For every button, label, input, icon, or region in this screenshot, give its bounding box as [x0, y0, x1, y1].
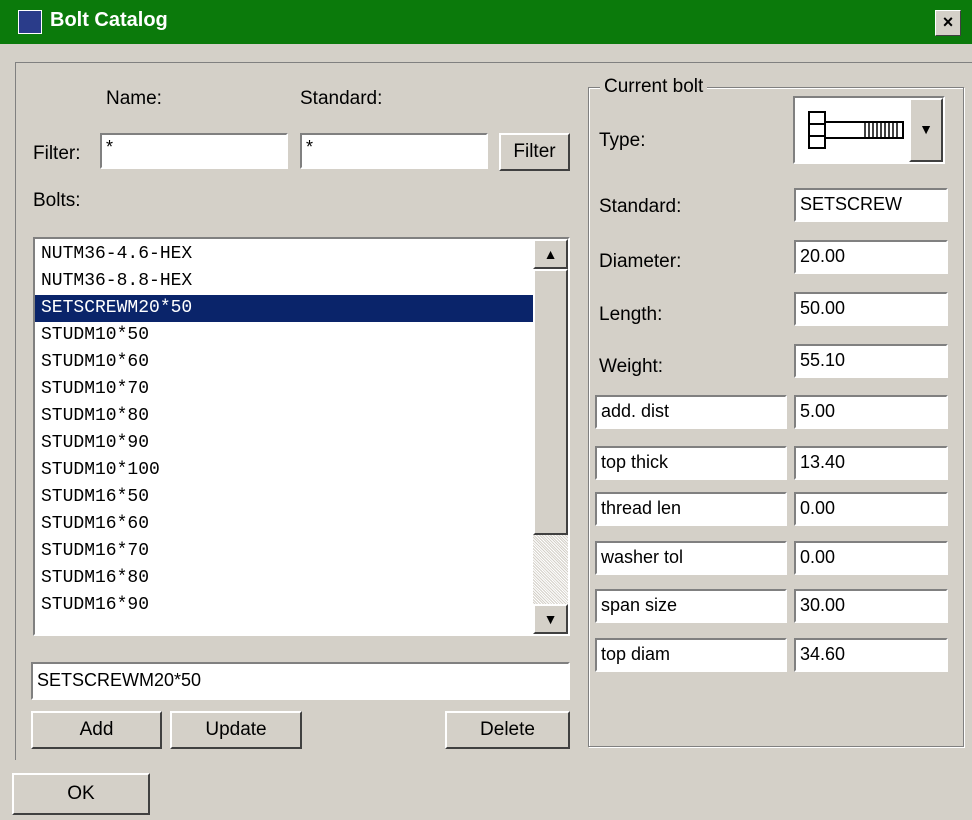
list-item[interactable]: STUDM10*100: [35, 457, 533, 484]
list-item[interactable]: STUDM16*80: [35, 565, 533, 592]
list-item[interactable]: STUDM10*90: [35, 430, 533, 457]
delete-button[interactable]: Delete: [445, 711, 570, 749]
bolts-list-items: NUTM36-4.6-HEX NUTM36-8.8-HEX SETSCREWM2…: [35, 241, 533, 619]
list-item[interactable]: STUDM10*50: [35, 322, 533, 349]
property-value-field[interactable]: 5.00: [794, 395, 948, 429]
type-label: Type:: [599, 130, 646, 151]
standard-field[interactable]: SETSCREW: [794, 188, 948, 222]
list-item[interactable]: STUDM16*60: [35, 511, 533, 538]
name-header: Name:: [106, 88, 162, 109]
filter-label: Filter:: [33, 143, 81, 164]
list-item[interactable]: STUDM16*50: [35, 484, 533, 511]
property-name-field[interactable]: top thick: [595, 446, 787, 480]
bolt-icon: [808, 111, 904, 149]
list-item[interactable]: STUDM16*90: [35, 592, 533, 619]
property-value-field[interactable]: 34.60: [794, 638, 948, 672]
list-item[interactable]: NUTM36-8.8-HEX: [35, 268, 533, 295]
weight-field[interactable]: 55.10: [794, 344, 948, 378]
property-value-field[interactable]: 30.00: [794, 589, 948, 623]
current-bolt-legend: Current bolt: [600, 76, 708, 98]
chevron-down-icon[interactable]: ▼: [909, 98, 943, 162]
close-button[interactable]: ×: [935, 10, 961, 36]
property-name-field[interactable]: span size: [595, 589, 787, 623]
list-item-selected[interactable]: SETSCREWM20*50: [35, 295, 533, 322]
bolts-label: Bolts:: [33, 190, 81, 211]
add-button[interactable]: Add: [31, 711, 162, 749]
property-name-field[interactable]: thread len: [595, 492, 787, 526]
list-item[interactable]: NUTM36-4.6-HEX: [35, 241, 533, 268]
list-item[interactable]: STUDM10*70: [35, 376, 533, 403]
bolt-name-input[interactable]: SETSCREWM20*50: [31, 662, 570, 700]
filter-button[interactable]: Filter: [499, 133, 570, 171]
name-filter-input[interactable]: *: [100, 133, 288, 169]
weight-label: Weight:: [599, 356, 664, 377]
property-value-field[interactable]: 0.00: [794, 541, 948, 575]
property-value-field[interactable]: 13.40: [794, 446, 948, 480]
standard-filter-input[interactable]: *: [300, 133, 488, 169]
scroll-thumb[interactable]: [533, 269, 568, 535]
diameter-field[interactable]: 20.00: [794, 240, 948, 274]
update-button[interactable]: Update: [170, 711, 302, 749]
standard-label: Standard:: [599, 196, 682, 217]
window-title: Bolt Catalog: [50, 9, 168, 31]
list-item[interactable]: STUDM16*70: [35, 538, 533, 565]
list-item[interactable]: STUDM10*60: [35, 349, 533, 376]
standard-header: Standard:: [300, 88, 383, 109]
scroll-down-icon[interactable]: ▼: [533, 604, 568, 634]
app-icon: [18, 10, 42, 34]
ok-button[interactable]: OK: [12, 773, 150, 815]
length-label: Length:: [599, 304, 663, 325]
diameter-label: Diameter:: [599, 251, 682, 272]
property-name-field[interactable]: top diam: [595, 638, 787, 672]
scroll-up-icon[interactable]: ▲: [533, 239, 568, 269]
title-bar: Bolt Catalog ×: [0, 0, 972, 44]
type-combo[interactable]: ▼: [793, 96, 945, 164]
bolts-list[interactable]: NUTM36-4.6-HEX NUTM36-8.8-HEX SETSCREWM2…: [33, 237, 570, 636]
property-value-field[interactable]: 0.00: [794, 492, 948, 526]
list-item[interactable]: STUDM10*80: [35, 403, 533, 430]
property-name-field[interactable]: add. dist: [595, 395, 787, 429]
list-scrollbar[interactable]: ▲ ▼: [533, 239, 568, 634]
length-field[interactable]: 50.00: [794, 292, 948, 326]
property-name-field[interactable]: washer tol: [595, 541, 787, 575]
